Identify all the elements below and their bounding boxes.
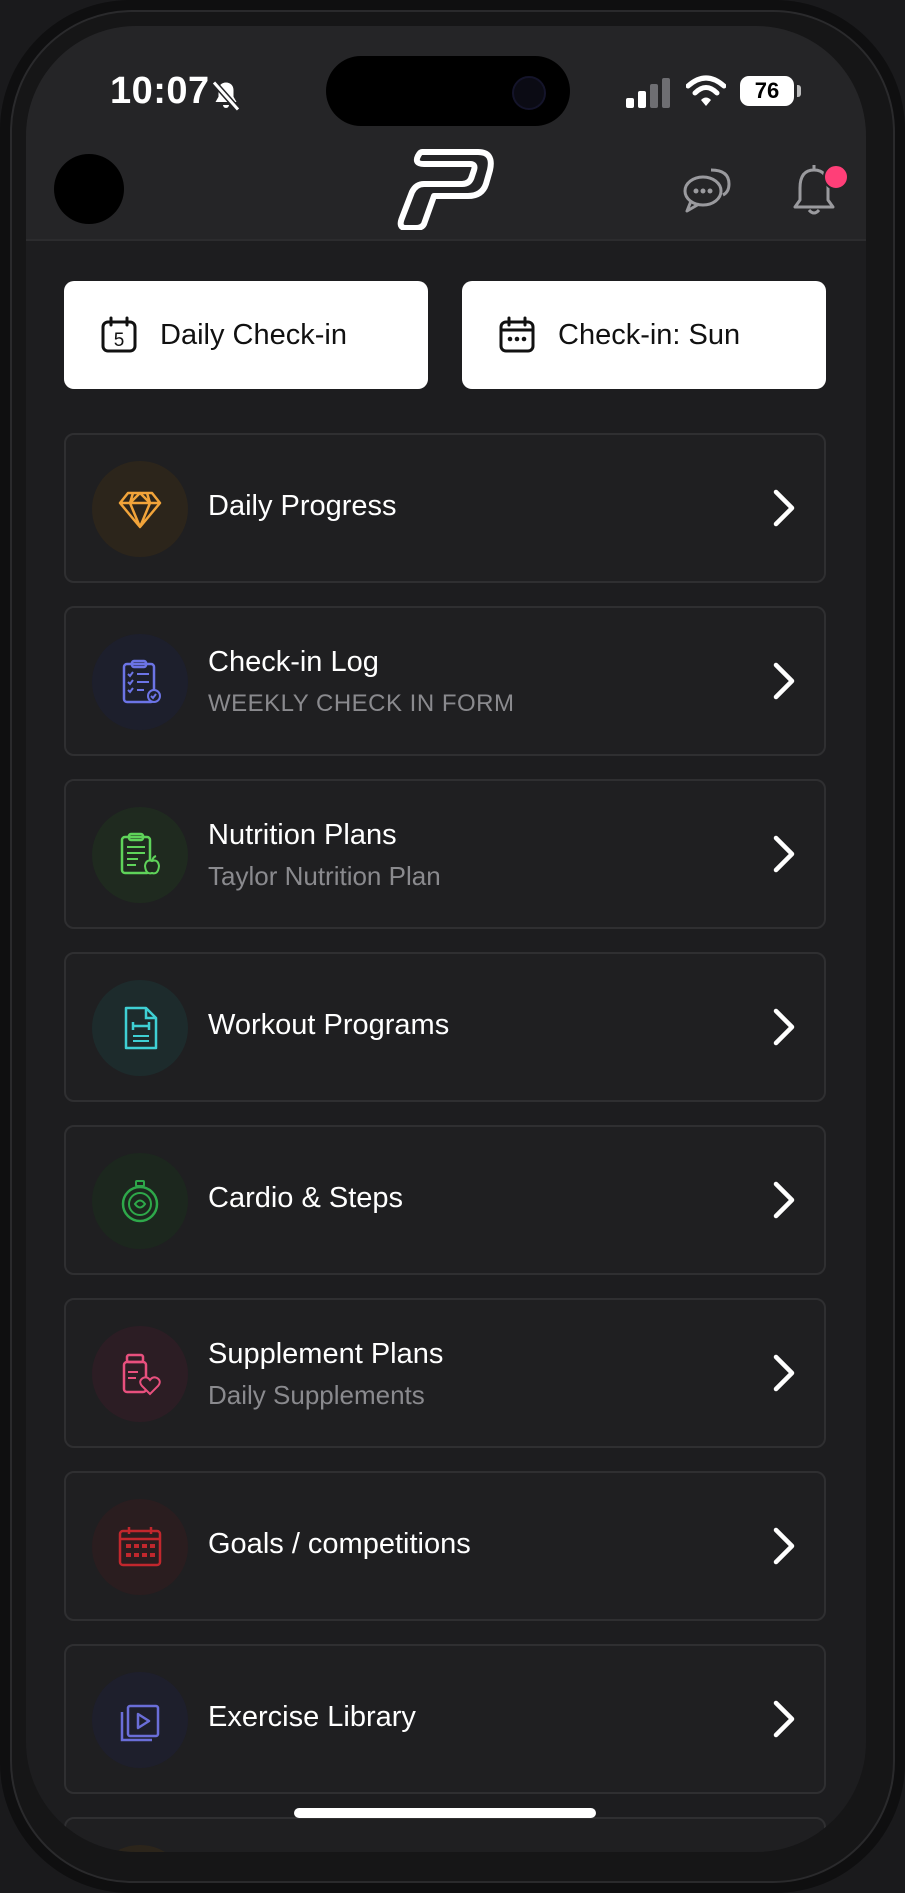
menu-item-cardio-steps[interactable]: Cardio & Steps [64,1125,826,1275]
chevron-right-icon [773,835,795,873]
calendar-icon [499,316,535,353]
calendar-day-5-icon: 5 [101,316,137,353]
icon-circle [92,634,188,730]
avatar[interactable] [54,154,124,224]
diamond-icon [118,491,162,529]
menu-item-partial[interactable] [64,1817,826,1852]
menu-item-exercise-library[interactable]: Exercise Library [64,1644,826,1794]
menu-item-subtitle: WEEKLY CHECK IN FORM [208,690,515,717]
daily-checkin-button[interactable]: 5 Daily Check-in [64,281,428,389]
stopwatch-icon [121,1180,159,1223]
workout-document-icon [124,1006,158,1050]
supplement-bottle-icon [122,1353,161,1396]
notification-dot [823,164,849,190]
checklist-clipboard-icon [122,659,161,704]
header-divider [26,239,866,241]
menu-item-title: Check-in Log [208,646,379,678]
calendar-day-number: 5 [114,330,125,351]
menu-item-checkin-log[interactable]: Check-in Log WEEKLY CHECK IN FORM [64,606,826,756]
icon-circle [92,807,188,903]
menu-item-goals-competitions[interactable]: Goals / competitions [64,1471,826,1621]
menu-item-workout-programs[interactable]: Workout Programs [64,952,826,1102]
menu-item-title: Exercise Library [208,1701,416,1733]
checkin-day-button[interactable]: Check-in: Sun [462,281,826,389]
cellular-signal-icon [626,78,670,108]
chevron-right-icon [773,1354,795,1392]
front-camera [512,76,546,110]
app-screen: 10:07 76 5 Daily Check-in Check-in: Sun … [26,26,866,1852]
icon-circle [92,1672,188,1768]
icon-circle [92,1326,188,1422]
icon-circle [92,1153,188,1249]
chevron-right-icon [773,1700,795,1738]
menu-item-title: Nutrition Plans [208,819,397,851]
calendar-goals-icon [118,1527,162,1567]
icon-circle [92,1499,188,1595]
icon-circle [92,980,188,1076]
menu-item-supplement-plans[interactable]: Supplement Plans Daily Supplements [64,1298,826,1448]
battery-cap [797,85,801,97]
menu-item-title: Daily Progress [208,490,397,522]
menu-item-subtitle: Daily Supplements [208,1380,425,1410]
battery-level: 76 [740,76,794,106]
chevron-right-icon [773,1008,795,1046]
chevron-right-icon [773,1181,795,1219]
nutrition-clipboard-icon [120,832,161,875]
chevron-right-icon [773,662,795,700]
chat-bubbles-icon[interactable] [681,164,733,216]
brand-p-logo-icon [397,149,494,230]
menu-item-title: Supplement Plans [208,1338,444,1370]
menu-item-title: Workout Programs [208,1009,450,1041]
menu-item-subtitle: Taylor Nutrition Plan [208,861,441,891]
status-time: 10:07 [110,70,210,112]
dynamic-island [326,56,570,126]
icon-circle [92,1845,188,1852]
video-library-icon [120,1704,160,1742]
home-indicator[interactable] [294,1808,596,1818]
phone-frame: 10:07 76 5 Daily Check-in Check-in: Sun … [0,0,905,1893]
wifi-icon [686,75,726,106]
menu-item-title: Goals / competitions [208,1528,471,1560]
checkin-day-label: Check-in: Sun [558,318,741,351]
menu-item-title: Cardio & Steps [208,1182,404,1214]
menu-item-daily-progress[interactable]: Daily Progress [64,433,826,583]
daily-checkin-label: Daily Check-in [160,318,347,351]
chevron-right-icon [773,1527,795,1565]
chevron-right-icon [773,489,795,527]
bell-muted-icon [211,80,241,112]
menu-item-nutrition-plans[interactable]: Nutrition Plans Taylor Nutrition Plan [64,779,826,929]
icon-circle [92,461,188,557]
